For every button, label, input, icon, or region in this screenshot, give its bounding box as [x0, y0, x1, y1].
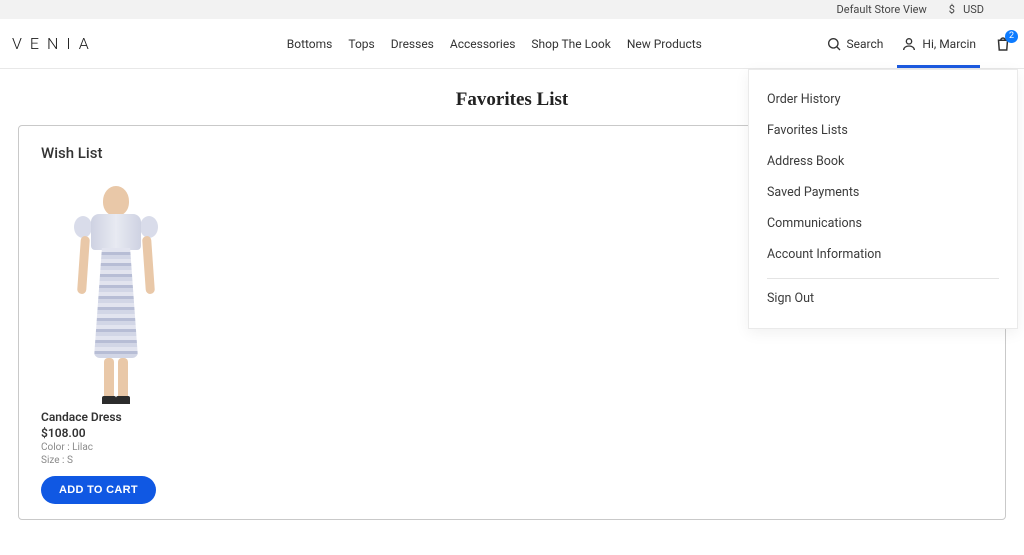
store-view-switcher[interactable]: Default Store View	[837, 3, 927, 16]
menu-item-order-history[interactable]: Order History	[767, 84, 999, 115]
search-icon	[826, 36, 842, 52]
site-logo[interactable]: VENIA	[12, 34, 97, 53]
search-trigger[interactable]: Search	[826, 36, 884, 52]
cart-trigger[interactable]: 2	[994, 35, 1012, 53]
product-tile: Candace Dress $108.00 Color : Lilac Size…	[41, 172, 191, 504]
search-label: Search	[847, 37, 884, 51]
account-trigger[interactable]: Hi, Marcin	[901, 36, 976, 52]
menu-item-account-information[interactable]: Account Information	[767, 239, 999, 270]
cart-count-badge: 2	[1005, 30, 1018, 43]
nav-item-bottoms[interactable]: Bottoms	[287, 37, 333, 51]
nav-item-new-products[interactable]: New Products	[627, 37, 702, 51]
menu-item-saved-payments[interactable]: Saved Payments	[767, 177, 999, 208]
site-header: VENIA Bottoms Tops Dresses Accessories S…	[0, 19, 1024, 69]
user-icon	[901, 36, 917, 52]
product-attr-size: Size : S	[41, 455, 191, 466]
currency-symbol: $	[949, 3, 955, 16]
product-name[interactable]: Candace Dress	[41, 410, 191, 424]
primary-nav: Bottoms Tops Dresses Accessories Shop Th…	[287, 37, 702, 51]
nav-item-accessories[interactable]: Accessories	[450, 37, 516, 51]
account-greeting: Hi, Marcin	[922, 37, 976, 51]
currency-switcher[interactable]: $ USD	[949, 3, 984, 16]
product-attr-color: Color : Lilac	[41, 442, 191, 453]
currency-code: USD	[963, 3, 984, 16]
header-actions: Search Hi, Marcin 2	[826, 35, 1012, 53]
add-to-cart-button[interactable]: ADD TO CART	[41, 476, 156, 504]
menu-item-favorites-lists[interactable]: Favorites Lists	[767, 115, 999, 146]
product-image[interactable]	[41, 172, 191, 404]
account-dropdown: Order History Favorites Lists Address Bo…	[748, 69, 1018, 329]
menu-item-communications[interactable]: Communications	[767, 208, 999, 239]
top-utility-bar: Default Store View $ USD	[0, 0, 1024, 19]
product-price: $108.00	[41, 426, 191, 440]
menu-item-address-book[interactable]: Address Book	[767, 146, 999, 177]
active-indicator	[897, 65, 980, 68]
nav-item-tops[interactable]: Tops	[348, 37, 374, 51]
nav-item-shop-the-look[interactable]: Shop The Look	[531, 37, 610, 51]
product-figure	[76, 184, 156, 404]
nav-item-dresses[interactable]: Dresses	[391, 37, 434, 51]
menu-separator	[767, 278, 999, 279]
menu-item-sign-out[interactable]: Sign Out	[767, 283, 999, 314]
